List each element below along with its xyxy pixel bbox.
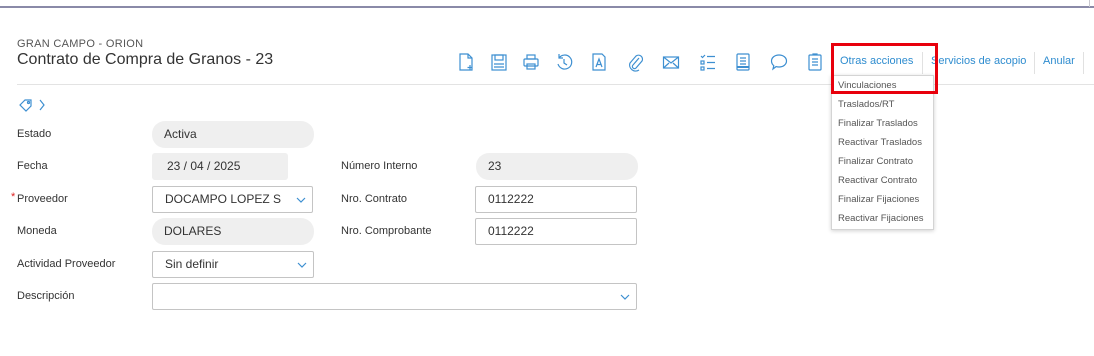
nro-comprobante-input[interactable]: 0112222 xyxy=(475,218,637,245)
print-icon[interactable] xyxy=(522,52,540,72)
checklist-icon[interactable] xyxy=(699,52,717,72)
clipboard-icon[interactable] xyxy=(806,52,824,72)
fecha-label: Fecha xyxy=(17,160,48,172)
dropdown-item-reactivar-traslados[interactable]: Reactivar Traslados xyxy=(838,137,922,148)
dropdown-item-reactivar-contrato[interactable]: Reactivar Contrato xyxy=(838,175,917,186)
dropdown-item-reactivar-fijaciones[interactable]: Reactivar Fijaciones xyxy=(838,213,924,224)
notes-icon[interactable] xyxy=(734,52,752,72)
top-bar-divider xyxy=(1089,0,1090,7)
anular-button[interactable]: Anular xyxy=(1043,55,1075,67)
page-title: Contrato de Compra de Granos - 23 xyxy=(17,51,274,68)
descripcion-select[interactable] xyxy=(152,283,637,310)
attachment-icon[interactable] xyxy=(626,52,644,72)
save-icon[interactable] xyxy=(490,52,508,72)
numero-interno-label: Número Interno xyxy=(341,160,418,172)
nro-contrato-label: Nro. Contrato xyxy=(341,193,408,205)
dropdown-item-finalizar-contrato[interactable]: Finalizar Contrato xyxy=(838,156,913,167)
chevron-down-icon xyxy=(297,261,307,269)
email-icon[interactable] xyxy=(662,52,680,72)
estado-label: Estado xyxy=(17,128,52,140)
moneda-label: Moneda xyxy=(17,225,57,237)
fecha-field[interactable]: 23 / 04 / 2025 xyxy=(152,153,288,180)
descripcion-label: Descripción xyxy=(17,290,75,302)
chevron-right-icon xyxy=(39,99,45,111)
dropdown-item-traslados-rt[interactable]: Traslados/RT xyxy=(838,99,895,110)
chevron-down-icon xyxy=(620,293,630,301)
top-bar xyxy=(0,0,1094,8)
dropdown-item-finalizar-traslados[interactable]: Finalizar Traslados xyxy=(838,118,918,129)
toolbar-separator xyxy=(1034,52,1035,74)
history-icon[interactable] xyxy=(555,52,573,72)
toolbar-separator xyxy=(1083,52,1084,74)
tags-bar[interactable] xyxy=(19,97,47,113)
company-name: GRAN CAMPO - ORION xyxy=(17,38,144,50)
numero-interno-field: 23 xyxy=(476,153,638,180)
actividad-proveedor-value: Sin definir xyxy=(165,257,219,271)
nro-contrato-input[interactable]: 0112222 xyxy=(475,186,637,213)
proveedor-value: DOCAMPO LOPEZ S xyxy=(165,192,282,206)
actividad-proveedor-label: Actividad Proveedor xyxy=(17,258,116,270)
servicios-acopio-button[interactable]: Servicios de acopio xyxy=(931,55,1026,67)
proveedor-label: Proveedor xyxy=(17,193,68,205)
otras-acciones-dropdown: Vinculaciones Traslados/RT Finalizar Tra… xyxy=(831,75,934,230)
required-marker: * xyxy=(11,191,16,203)
estado-field: Activa xyxy=(152,121,314,148)
chevron-down-icon xyxy=(296,196,306,204)
tag-icon xyxy=(19,99,32,112)
highlight-box xyxy=(831,43,938,94)
document-a-icon[interactable] xyxy=(590,52,608,72)
dropdown-item-finalizar-fijaciones[interactable]: Finalizar Fijaciones xyxy=(838,194,919,205)
new-document-icon[interactable] xyxy=(457,52,475,72)
moneda-field: DOLARES xyxy=(152,218,314,245)
nro-comprobante-label: Nro. Comprobante xyxy=(341,225,432,237)
actividad-proveedor-select[interactable]: Sin definir xyxy=(152,251,314,278)
proveedor-select[interactable]: DOCAMPO LOPEZ S xyxy=(152,186,313,213)
comment-icon[interactable] xyxy=(770,52,788,72)
